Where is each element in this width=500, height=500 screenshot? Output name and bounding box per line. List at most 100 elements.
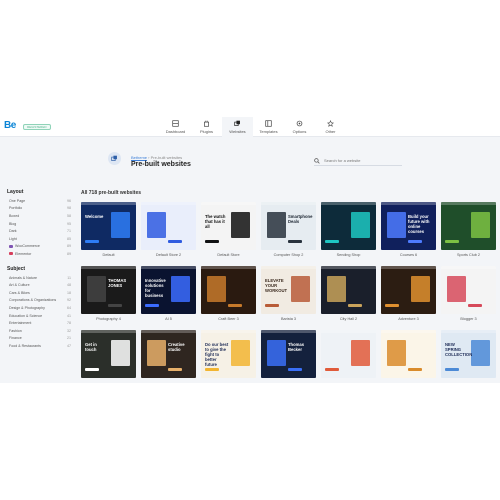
filter-item-elementor[interactable]: Elementor 89 bbox=[0, 250, 76, 258]
website-card[interactable]: THOMAS JONES Photography 4 bbox=[81, 266, 136, 322]
search-input[interactable]: Search for a website bbox=[314, 156, 402, 166]
website-card-label: Photography 4 bbox=[96, 317, 121, 321]
thumbnail-cta bbox=[385, 304, 399, 307]
website-thumbnail[interactable]: Creative studio bbox=[141, 330, 196, 378]
website-card[interactable]: Thomas Becker bbox=[261, 330, 316, 383]
woocommerce-logo-icon bbox=[9, 244, 13, 248]
filter-item-fashion[interactable]: Fashion 32 bbox=[0, 327, 76, 335]
website-card[interactable]: Adventure 3 bbox=[381, 266, 436, 322]
betheme-logo[interactable]: Be bbox=[4, 120, 16, 131]
filter-item-art-culture[interactable]: Art & Culture 48 bbox=[0, 281, 76, 289]
website-card[interactable]: ELEVATE YOUR WORKOUT Barista 3 bbox=[261, 266, 316, 322]
thumbnail-nav-strip bbox=[201, 202, 256, 205]
thumbnail-hero-image bbox=[111, 212, 130, 238]
website-thumbnail[interactable] bbox=[321, 330, 376, 378]
website-card[interactable]: Blogger 3 bbox=[441, 266, 496, 322]
templates-icon bbox=[265, 120, 272, 127]
website-thumbnail[interactable]: The watch that has it all bbox=[201, 202, 256, 250]
website-card[interactable]: Sending Shop bbox=[321, 202, 376, 258]
website-card[interactable]: Do our best to give the fight to better … bbox=[201, 330, 256, 383]
nav-tab-templates[interactable]: Templates bbox=[253, 117, 284, 137]
nav-tab-options[interactable]: Options bbox=[284, 117, 315, 137]
thumbnail-headline: Smartphone Deals bbox=[288, 214, 313, 224]
website-thumbnail[interactable]: Build your future with online courses bbox=[381, 202, 436, 250]
website-thumbnail[interactable]: Get in touch bbox=[81, 330, 136, 378]
thumbnail-nav-strip bbox=[381, 202, 436, 205]
thumbnail-nav-strip bbox=[141, 330, 196, 333]
filter-item-one-page[interactable]: One Page 96 bbox=[0, 197, 76, 205]
website-thumbnail[interactable] bbox=[381, 330, 436, 378]
filter-item-portfolio[interactable]: Portfolio 98 bbox=[0, 205, 76, 213]
website-thumbnail[interactable]: Thomas Becker bbox=[261, 330, 316, 378]
main-nav: Dashboard Plugins Websites Templates Options… bbox=[160, 117, 346, 137]
thumbnail-cta bbox=[205, 368, 219, 371]
filter-item-animals-nature[interactable]: Animals & Nature 11 bbox=[0, 274, 76, 282]
website-thumbnail[interactable]: Welcome bbox=[81, 202, 136, 250]
website-card[interactable]: Get in touch bbox=[81, 330, 136, 383]
filter-item-light[interactable]: Light 85 bbox=[0, 235, 76, 243]
website-thumbnail[interactable] bbox=[321, 266, 376, 314]
website-card[interactable]: Smartphone Deals Computer Shop 2 bbox=[261, 202, 316, 258]
website-card[interactable]: NEW SPRING COLLECTION bbox=[441, 330, 496, 383]
website-thumbnail[interactable] bbox=[441, 266, 496, 314]
website-card[interactable]: Innovative solutions for business AI 5 bbox=[141, 266, 196, 322]
thumbnail-hero-image bbox=[447, 276, 466, 302]
filter-item-cars-bikes[interactable]: Cars & Bikes 18 bbox=[0, 289, 76, 297]
thumbnail-cta bbox=[85, 240, 99, 243]
website-thumbnail[interactable]: THOMAS JONES bbox=[81, 266, 136, 314]
website-thumbnail[interactable]: ELEVATE YOUR WORKOUT bbox=[261, 266, 316, 314]
nav-tab-other[interactable]: Other bbox=[315, 117, 346, 137]
thumbnail-nav-strip bbox=[441, 202, 496, 205]
website-thumbnail[interactable] bbox=[201, 266, 256, 314]
website-thumbnail[interactable] bbox=[141, 202, 196, 250]
thumbnail-headline: THOMAS JONES bbox=[108, 278, 127, 288]
other-icon bbox=[327, 120, 334, 127]
website-card[interactable]: Build your future with online courses Cou… bbox=[381, 202, 436, 258]
website-thumbnail[interactable] bbox=[321, 202, 376, 250]
filter-item-finance[interactable]: Finance 21 bbox=[0, 335, 76, 343]
thumbnail-cta bbox=[168, 240, 182, 243]
filter-label: Portfolio bbox=[9, 206, 23, 211]
website-card[interactable]: The watch that has it all Default Store bbox=[201, 202, 256, 258]
filter-sidebar: Layout One Page 96 Portfolio 98 Boxed 58 Blog 9… bbox=[0, 187, 76, 350]
website-thumbnail[interactable]: Smartphone Deals bbox=[261, 202, 316, 250]
website-card[interactable]: City Hall 2 bbox=[321, 266, 376, 322]
filter-item-woocommerce[interactable]: WooCommerce 89 bbox=[0, 243, 76, 251]
search-placeholder: Search for a website bbox=[324, 158, 361, 163]
filter-count: 71 bbox=[67, 229, 71, 234]
filter-item-entertainment[interactable]: Entertainment 78 bbox=[0, 319, 76, 327]
filter-item-boxed[interactable]: Boxed 58 bbox=[0, 212, 76, 220]
website-card[interactable]: Welcome Default bbox=[81, 202, 136, 258]
grid-title: All 718 pre-built websites bbox=[81, 190, 142, 196]
filter-item-dark[interactable]: Dark 71 bbox=[0, 227, 76, 235]
filter-item-blog[interactable]: Blog 95 bbox=[0, 220, 76, 228]
breadcrumb-link[interactable]: Betheme bbox=[131, 155, 147, 160]
website-card[interactable]: Sports Club 2 bbox=[441, 202, 496, 258]
filter-item-design-photography[interactable]: Design & Photography 64 bbox=[0, 304, 76, 312]
nav-tab-dashboard[interactable]: Dashboard bbox=[160, 117, 191, 137]
website-thumbnail[interactable]: Do our best to give the fight to better … bbox=[201, 330, 256, 378]
filter-item-food-restaurants[interactable]: Food & Restaurants 47 bbox=[0, 342, 76, 350]
website-card[interactable]: Default Store 2 bbox=[141, 202, 196, 258]
website-card-label: Courses 6 bbox=[399, 253, 418, 257]
nav-tab-websites[interactable]: Websites bbox=[222, 117, 253, 137]
thumbnail-nav-strip bbox=[441, 266, 496, 269]
thumbnail-nav-strip bbox=[141, 266, 196, 269]
website-thumbnail[interactable]: NEW SPRING COLLECTION bbox=[441, 330, 496, 378]
website-card[interactable] bbox=[381, 330, 436, 383]
website-card[interactable]: Creative studio bbox=[141, 330, 196, 383]
website-thumbnail[interactable] bbox=[441, 202, 496, 250]
website-card[interactable]: Craft Beer 3 bbox=[201, 266, 256, 322]
filter-item-corporations-organizations[interactable]: Corporations & Organizations 92 bbox=[0, 297, 76, 305]
thumbnail-cta bbox=[205, 240, 219, 243]
filter-item-education-science[interactable]: Education & Science 41 bbox=[0, 312, 76, 320]
filter-label: Light bbox=[9, 236, 17, 241]
thumbnail-nav-strip bbox=[321, 330, 376, 333]
website-card-label: Computer Shop 2 bbox=[273, 253, 304, 257]
website-thumbnail[interactable]: Innovative solutions for business bbox=[141, 266, 196, 314]
thumbnail-nav-strip bbox=[261, 330, 316, 333]
nav-tab-plugins[interactable]: Plugins bbox=[191, 117, 222, 137]
website-card[interactable] bbox=[321, 330, 376, 383]
website-thumbnail[interactable] bbox=[381, 266, 436, 314]
website-card-label: AI 5 bbox=[165, 317, 172, 321]
